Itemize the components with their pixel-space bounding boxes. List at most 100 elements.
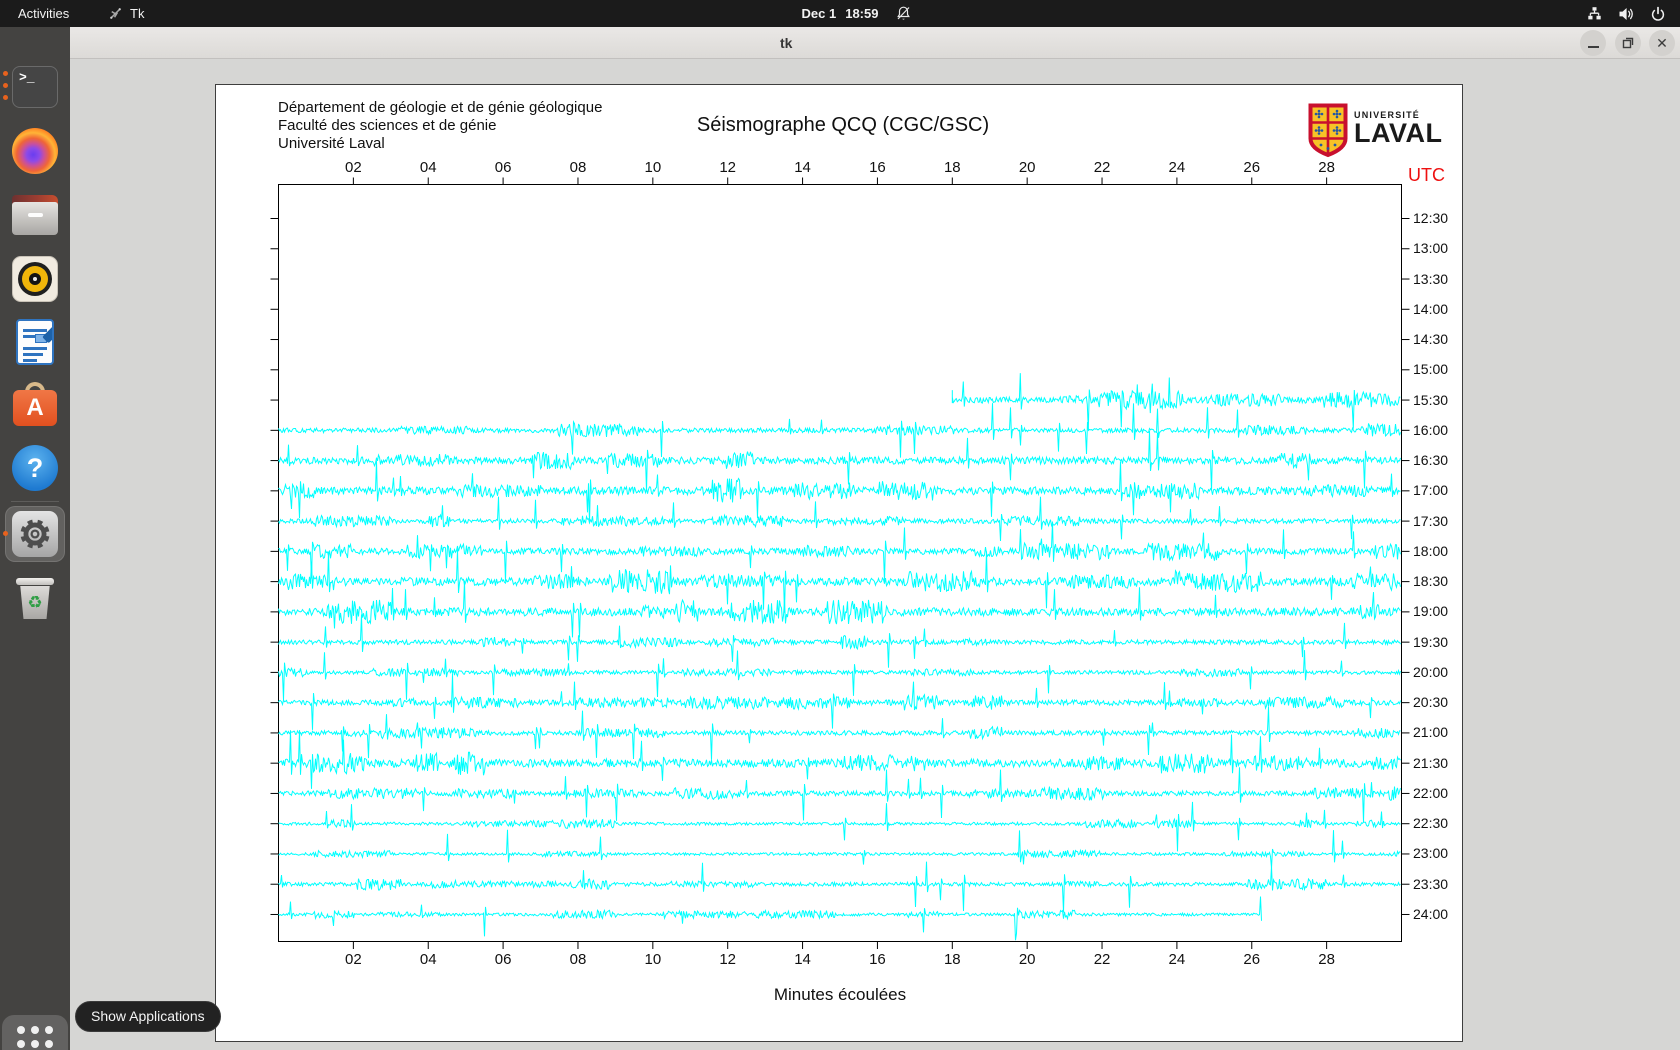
utc-tick-label: 16:00: [1413, 422, 1448, 438]
activities-button[interactable]: Activities: [18, 0, 69, 27]
utc-tick-label: 18:30: [1413, 573, 1448, 589]
header-text-block: Département de géologie et de génie géol…: [278, 99, 602, 153]
show-applications-button[interactable]: [12, 1021, 58, 1050]
utc-tick-label: 21:30: [1413, 755, 1448, 771]
seismograph-plot: [216, 85, 1464, 1043]
x-tick-label-top: 06: [495, 159, 512, 176]
help-icon: ?: [12, 445, 58, 491]
seismic-trace-21:30: [279, 730, 1401, 789]
x-tick-label-bottom: 04: [420, 951, 437, 968]
utc-tick-label: 17:00: [1413, 482, 1448, 498]
volume-icon: [1618, 6, 1635, 22]
minimize-button[interactable]: [1580, 30, 1606, 56]
seismic-trace-24:00: [279, 897, 1262, 941]
x-tick-label-top: 08: [570, 159, 587, 176]
gear-icon: [12, 511, 58, 557]
files-icon: [12, 195, 58, 235]
power-icon: [1650, 6, 1666, 22]
software-icon: A: [12, 381, 58, 427]
x-tick-label-top: 18: [944, 159, 961, 176]
x-tick-label-top: 16: [869, 159, 886, 176]
utc-tick-label: 20:30: [1413, 694, 1448, 710]
firefox-icon: [12, 128, 58, 174]
system-status-area[interactable]: [1586, 0, 1666, 27]
dock-item-trash[interactable]: ♻: [12, 575, 58, 621]
window-title: tk: [780, 27, 792, 59]
seismic-trace-22:00: [279, 767, 1401, 822]
seismic-trace-18:00: [279, 522, 1401, 582]
header-line-2: Faculté des sciences et de génie: [278, 117, 602, 135]
seismic-trace-16:00: [279, 403, 1401, 457]
network-icon: [1586, 6, 1603, 22]
laval-shield-icon: [1308, 103, 1348, 158]
dock-item-writer[interactable]: [12, 319, 58, 365]
notifications-muted-icon: [895, 5, 912, 22]
rhythmbox-icon: [12, 256, 58, 302]
x-tick-label-bottom: 22: [1094, 951, 1111, 968]
x-tick-label-top: 26: [1243, 159, 1260, 176]
show-apps-grid-icon: [12, 1021, 58, 1050]
chart-title: Séismographe QCQ (CGC/GSC): [697, 114, 989, 137]
dock-item-rhythmbox[interactable]: [12, 256, 58, 302]
seismic-trace-15:30: [952, 373, 1400, 430]
utc-tick-label: 22:30: [1413, 815, 1448, 831]
seismic-trace-23:00: [279, 830, 1401, 868]
x-tick-label-bottom: 24: [1169, 951, 1186, 968]
running-indicator: [3, 531, 8, 536]
dock-item-settings[interactable]: [12, 511, 58, 557]
clock-menu[interactable]: Dec 1 18:59: [802, 0, 879, 27]
writer-icon: [16, 319, 54, 365]
x-tick-label-bottom: 08: [570, 951, 587, 968]
header-line-3: Université Laval: [278, 135, 602, 153]
top-bar: Activities Tk Dec 1 18:59: [0, 0, 1680, 27]
x-tick-label-bottom: 12: [719, 951, 736, 968]
seismic-trace-17:30: [279, 497, 1401, 541]
running-indicator: [3, 83, 8, 88]
date-label: Dec 1: [802, 0, 837, 27]
utc-tick-label: 13:30: [1413, 271, 1448, 287]
seismic-trace-16:30: [279, 431, 1401, 492]
seismic-trace-19:30: [279, 614, 1401, 667]
window-titlebar[interactable]: tk ✕: [70, 27, 1680, 59]
x-tick-label-top: 10: [644, 159, 661, 176]
seismograph-canvas: Département de géologie et de génie géol…: [215, 84, 1463, 1042]
seismic-trace-17:00: [279, 461, 1401, 524]
x-tick-label-bottom: 02: [345, 951, 362, 968]
x-tick-label-bottom: 16: [869, 951, 886, 968]
restore-icon: [1622, 37, 1634, 49]
x-tick-label-bottom: 14: [794, 951, 811, 968]
utc-tick-label: 20:00: [1413, 664, 1448, 680]
x-tick-label-top: 28: [1318, 159, 1335, 176]
dock-item-files[interactable]: [12, 192, 58, 238]
x-tick-label-top: 24: [1169, 159, 1186, 176]
x-tick-label-bottom: 18: [944, 951, 961, 968]
utc-tick-label: 23:30: [1413, 876, 1448, 892]
dock-item-firefox[interactable]: [12, 128, 58, 174]
dock-item-software[interactable]: A: [12, 381, 58, 427]
x-tick-label-top: 12: [719, 159, 736, 176]
window-body: Département de géologie et de génie géol…: [70, 60, 1680, 1050]
focused-app-menu[interactable]: Tk: [108, 0, 144, 27]
seismic-trace-20:00: [279, 650, 1401, 700]
utc-axis-label: UTC: [1408, 165, 1445, 186]
utc-tick-label: 13:00: [1413, 240, 1448, 256]
tk-app-icon: [108, 6, 123, 21]
dock-item-terminal[interactable]: >_: [12, 64, 58, 110]
time-label: 18:59: [845, 0, 878, 27]
utc-tick-label: 12:30: [1413, 210, 1448, 226]
seismic-trace-23:30: [279, 862, 1401, 913]
close-button[interactable]: ✕: [1649, 30, 1675, 56]
maximize-button[interactable]: [1615, 30, 1641, 56]
terminal-icon: >_: [12, 66, 58, 108]
x-tick-label-top: 04: [420, 159, 437, 176]
dock-item-help[interactable]: ?: [12, 445, 58, 491]
seismic-trace-20:30: [279, 674, 1401, 730]
utc-tick-label: 15:30: [1413, 392, 1448, 408]
utc-tick-label: 15:00: [1413, 361, 1448, 377]
utc-tick-label: 18:00: [1413, 543, 1448, 559]
x-tick-label-bottom: 28: [1318, 951, 1335, 968]
utc-tick-label: 19:00: [1413, 603, 1448, 619]
x-tick-label-top: 20: [1019, 159, 1036, 176]
logo-line-2: LAVAL: [1354, 120, 1442, 146]
x-tick-label-top: 02: [345, 159, 362, 176]
